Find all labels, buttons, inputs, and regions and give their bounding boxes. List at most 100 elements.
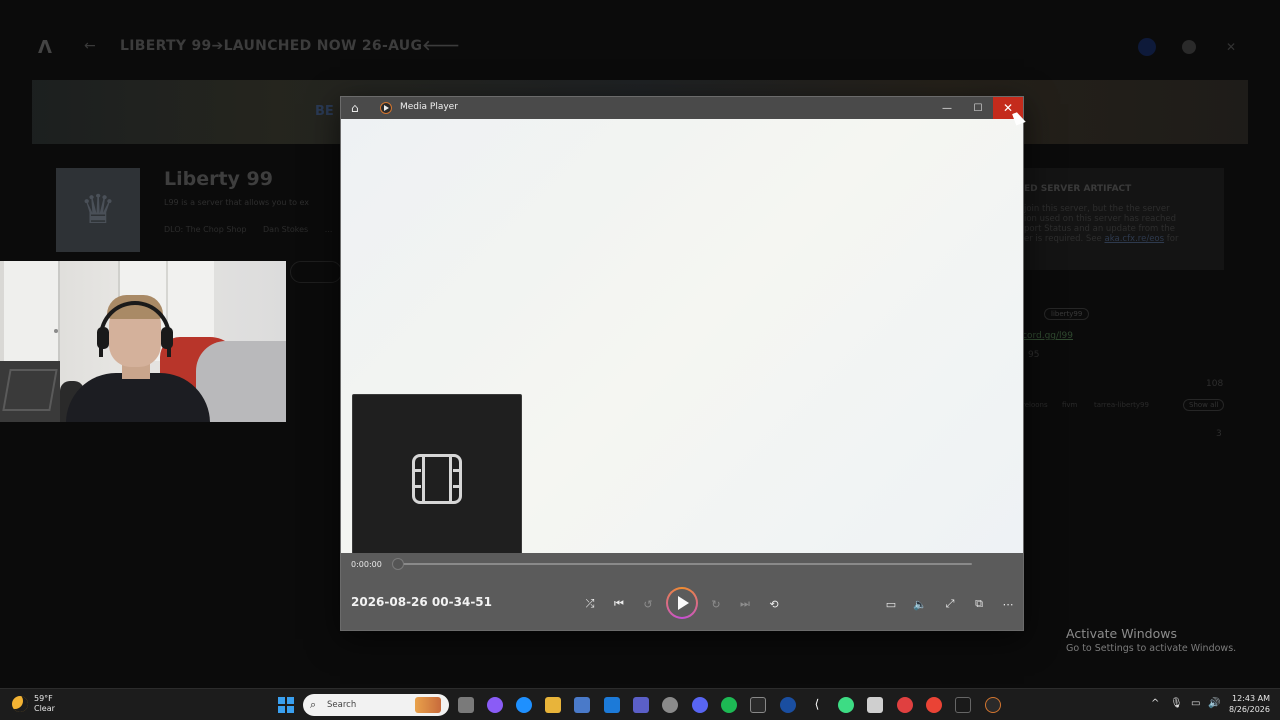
capcut-icon[interactable]: ⟨ bbox=[809, 697, 825, 713]
server-description: L99 is a server that allows you to ex bbox=[164, 198, 310, 207]
repeat-icon[interactable]: ⟲ bbox=[763, 593, 785, 615]
server-subtext: 95 bbox=[1028, 350, 1040, 360]
resource-chip[interactable]: fivm bbox=[1062, 401, 1077, 409]
previous-icon[interactable]: ⏮ bbox=[608, 593, 630, 615]
server-tag[interactable]: ... bbox=[325, 225, 333, 234]
next-icon[interactable]: ⏭ bbox=[734, 593, 756, 615]
taskbar: 59°F Clear ⌕ Search ⟨ ^ 🎙 ▭ 🔊 12:43 AM 8… bbox=[0, 688, 1280, 720]
settings-gear-icon[interactable] bbox=[662, 697, 678, 713]
spotify-icon[interactable] bbox=[721, 697, 737, 713]
artifact-line: ion used on this server has reached bbox=[1024, 214, 1177, 224]
app-logo-icon[interactable]: Λ bbox=[38, 37, 52, 58]
activate-windows-watermark: Activate Windows Go to Settings to activ… bbox=[1066, 626, 1236, 654]
webcam-overlay bbox=[0, 261, 286, 422]
favorite-button[interactable] bbox=[290, 261, 342, 283]
artifact-notice-body: join this server, but the the server ion… bbox=[1024, 204, 1214, 244]
weather-temperature: 59°F bbox=[34, 694, 53, 703]
media-player-window: ⌂ Media Player — ☐ ✕ 0:00:00 2026-08-26 … bbox=[340, 96, 1024, 631]
server-name: Liberty 99 bbox=[164, 168, 273, 190]
settings-icon[interactable] bbox=[1182, 40, 1196, 54]
media-player-titlebar[interactable]: ⌂ Media Player — ☐ ✕ bbox=[341, 97, 1023, 119]
task-view-icon[interactable] bbox=[458, 697, 474, 713]
epic-games-icon[interactable] bbox=[750, 697, 766, 713]
recorder-icon[interactable] bbox=[897, 697, 913, 713]
minimize-button[interactable]: — bbox=[932, 97, 962, 119]
outdated-artifact-notice: ED SERVER ARTIFACT join this server, but… bbox=[1000, 168, 1224, 270]
media-player-taskbar-icon[interactable] bbox=[985, 697, 1001, 713]
current-time: 0:00:00 bbox=[351, 560, 382, 569]
home-icon[interactable]: ⌂ bbox=[351, 101, 359, 115]
artifact-line: er is required. See aka.cfx.re/eos for bbox=[1024, 234, 1179, 244]
notepad-icon[interactable] bbox=[867, 697, 883, 713]
clock-date: 8/26/2026 bbox=[1228, 705, 1270, 714]
film-icon bbox=[412, 454, 462, 504]
network-icon[interactable]: ▭ bbox=[1191, 698, 1200, 709]
outlook-icon[interactable] bbox=[604, 697, 620, 713]
show-all-button[interactable]: Show all bbox=[1183, 399, 1225, 411]
search-icon: ⌕ bbox=[310, 698, 317, 711]
copilot-icon[interactable] bbox=[487, 697, 503, 713]
skip-back-icon[interactable]: ↺ bbox=[637, 593, 659, 615]
seek-bar[interactable] bbox=[397, 563, 972, 565]
start-button[interactable] bbox=[278, 697, 294, 713]
window-title: Media Player bbox=[400, 102, 458, 112]
video-area[interactable] bbox=[341, 119, 1023, 564]
resource-chip[interactable]: reloons bbox=[1022, 401, 1048, 409]
resource-count: 3 bbox=[1216, 429, 1222, 439]
moon-icon bbox=[12, 696, 28, 712]
server-logo: ♛ bbox=[56, 168, 140, 252]
weather-widget[interactable]: 59°F Clear bbox=[12, 694, 55, 714]
weather-condition: Clear bbox=[34, 704, 55, 713]
artifact-line: port Status and an update from the bbox=[1024, 224, 1175, 234]
file-explorer-icon[interactable] bbox=[545, 697, 561, 713]
server-tag[interactable]: Dan Stokes bbox=[263, 225, 308, 234]
play-button[interactable] bbox=[666, 587, 698, 619]
search-highlight-art bbox=[415, 697, 441, 713]
banner-text: BE bbox=[315, 104, 334, 119]
activate-windows-title: Activate Windows bbox=[1066, 626, 1177, 641]
avatar-icon[interactable] bbox=[1138, 38, 1156, 56]
server-owner-tag[interactable]: liberty99 bbox=[1044, 308, 1090, 320]
store-icon[interactable] bbox=[574, 697, 590, 713]
speaker-icon[interactable]: 🔊 bbox=[1208, 698, 1220, 709]
server-tags: DLO: The Chop Shop Dan Stokes ... bbox=[164, 225, 346, 234]
back-arrow-icon[interactable]: ← bbox=[84, 38, 96, 54]
edge-icon[interactable] bbox=[516, 697, 532, 713]
microphone-icon[interactable]: 🎙 bbox=[1170, 698, 1183, 709]
playback-controls: 0:00:00 2026-08-26 00-34-51 ⤮ ⏮ ↺ ↻ ⏭ ⟲ … bbox=[341, 553, 1023, 630]
discord-icon[interactable] bbox=[692, 697, 708, 713]
shuffle-icon[interactable]: ⤮ bbox=[579, 593, 601, 615]
activate-windows-subtitle: Go to Settings to activate Windows. bbox=[1066, 643, 1237, 654]
server-tag[interactable]: DLO: The Chop Shop bbox=[164, 225, 246, 234]
media-player-app-icon bbox=[380, 102, 392, 114]
volume-icon[interactable]: 🔈 bbox=[909, 593, 931, 615]
media-filename: 2026-08-26 00-34-51 bbox=[351, 595, 492, 609]
discord-link[interactable]: cord.gg/l99 bbox=[1022, 331, 1073, 341]
webcam-grey-blanket bbox=[196, 341, 286, 422]
app-icon[interactable] bbox=[780, 697, 796, 713]
player-count: 108 bbox=[1206, 379, 1224, 389]
statue-icon: ♛ bbox=[80, 187, 116, 233]
show-hidden-icons-icon[interactable]: ^ bbox=[1151, 698, 1159, 709]
system-clock[interactable]: 12:43 AM 8/26/2026 bbox=[1226, 693, 1270, 715]
fivem-icon[interactable] bbox=[955, 697, 971, 713]
android-icon[interactable] bbox=[838, 697, 854, 713]
taskbar-search-box[interactable]: ⌕ Search bbox=[303, 694, 449, 716]
maximize-button[interactable]: ☐ bbox=[963, 97, 993, 119]
teams-icon[interactable] bbox=[633, 697, 649, 713]
close-icon[interactable]: ✕ bbox=[1226, 40, 1240, 54]
artifact-line: join this server, but the the server bbox=[1024, 204, 1170, 214]
more-options-icon[interactable]: ⋯ bbox=[997, 593, 1019, 615]
fullscreen-icon[interactable]: ⤢ bbox=[939, 593, 961, 615]
artifact-link[interactable]: aka.cfx.re/eos bbox=[1105, 234, 1165, 244]
search-placeholder: Search bbox=[327, 700, 357, 710]
chrome-icon[interactable] bbox=[926, 697, 942, 713]
miniplayer-icon[interactable]: ⧉ bbox=[968, 593, 990, 615]
resource-chip[interactable]: tarrea-liberty99 bbox=[1094, 401, 1149, 409]
seek-bar-thumb[interactable] bbox=[392, 558, 404, 570]
captions-icon[interactable]: ▭ bbox=[880, 593, 902, 615]
play-icon bbox=[678, 596, 689, 610]
server-header-title: LIBERTY 99➔LAUNCHED NOW 26-AUG🡐 bbox=[120, 38, 461, 54]
skip-forward-icon[interactable]: ↻ bbox=[705, 593, 727, 615]
media-thumbnail bbox=[352, 394, 522, 564]
